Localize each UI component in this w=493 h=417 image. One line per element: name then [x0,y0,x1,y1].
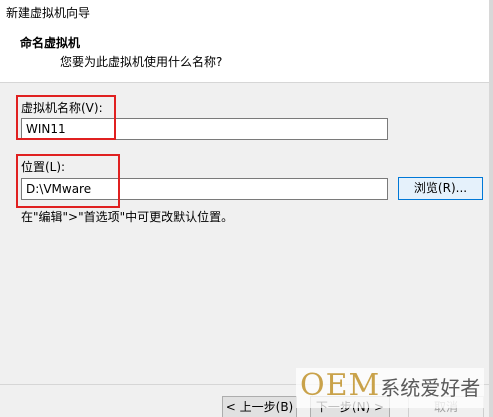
titlebar: 新建虚拟机向导 [0,0,493,22]
window-title: 新建虚拟机向导 [6,6,91,20]
vm-name-input[interactable]: WIN11 [21,118,388,140]
location-label: 位置(L): [21,160,66,174]
watermark-logo: OEM系统爱好者 [296,368,485,408]
watermark-brand: OEM [300,368,381,403]
watermark-text: 系统爱好者 [380,376,481,400]
browse-button[interactable]: 浏览(R)... [398,177,483,200]
page-subtitle: 您要为此虚拟机使用什么名称? [60,55,223,69]
vm-name-label: 虚拟机名称(V): [21,101,103,115]
window-right-edge [489,0,493,417]
back-button[interactable]: < 上一步(B) [222,396,297,417]
new-vm-wizard-window: 新建虚拟机向导 命名虚拟机 您要为此虚拟机使用什么名称? 虚拟机名称(V): W… [0,0,493,417]
page-title: 命名虚拟机 [20,36,81,50]
location-input[interactable]: D:\VMware [21,178,388,200]
default-location-hint: 在"编辑">"首选项"中可更改默认位置。 [21,210,234,224]
wizard-header: 命名虚拟机 您要为此虚拟机使用什么名称? [0,22,493,83]
